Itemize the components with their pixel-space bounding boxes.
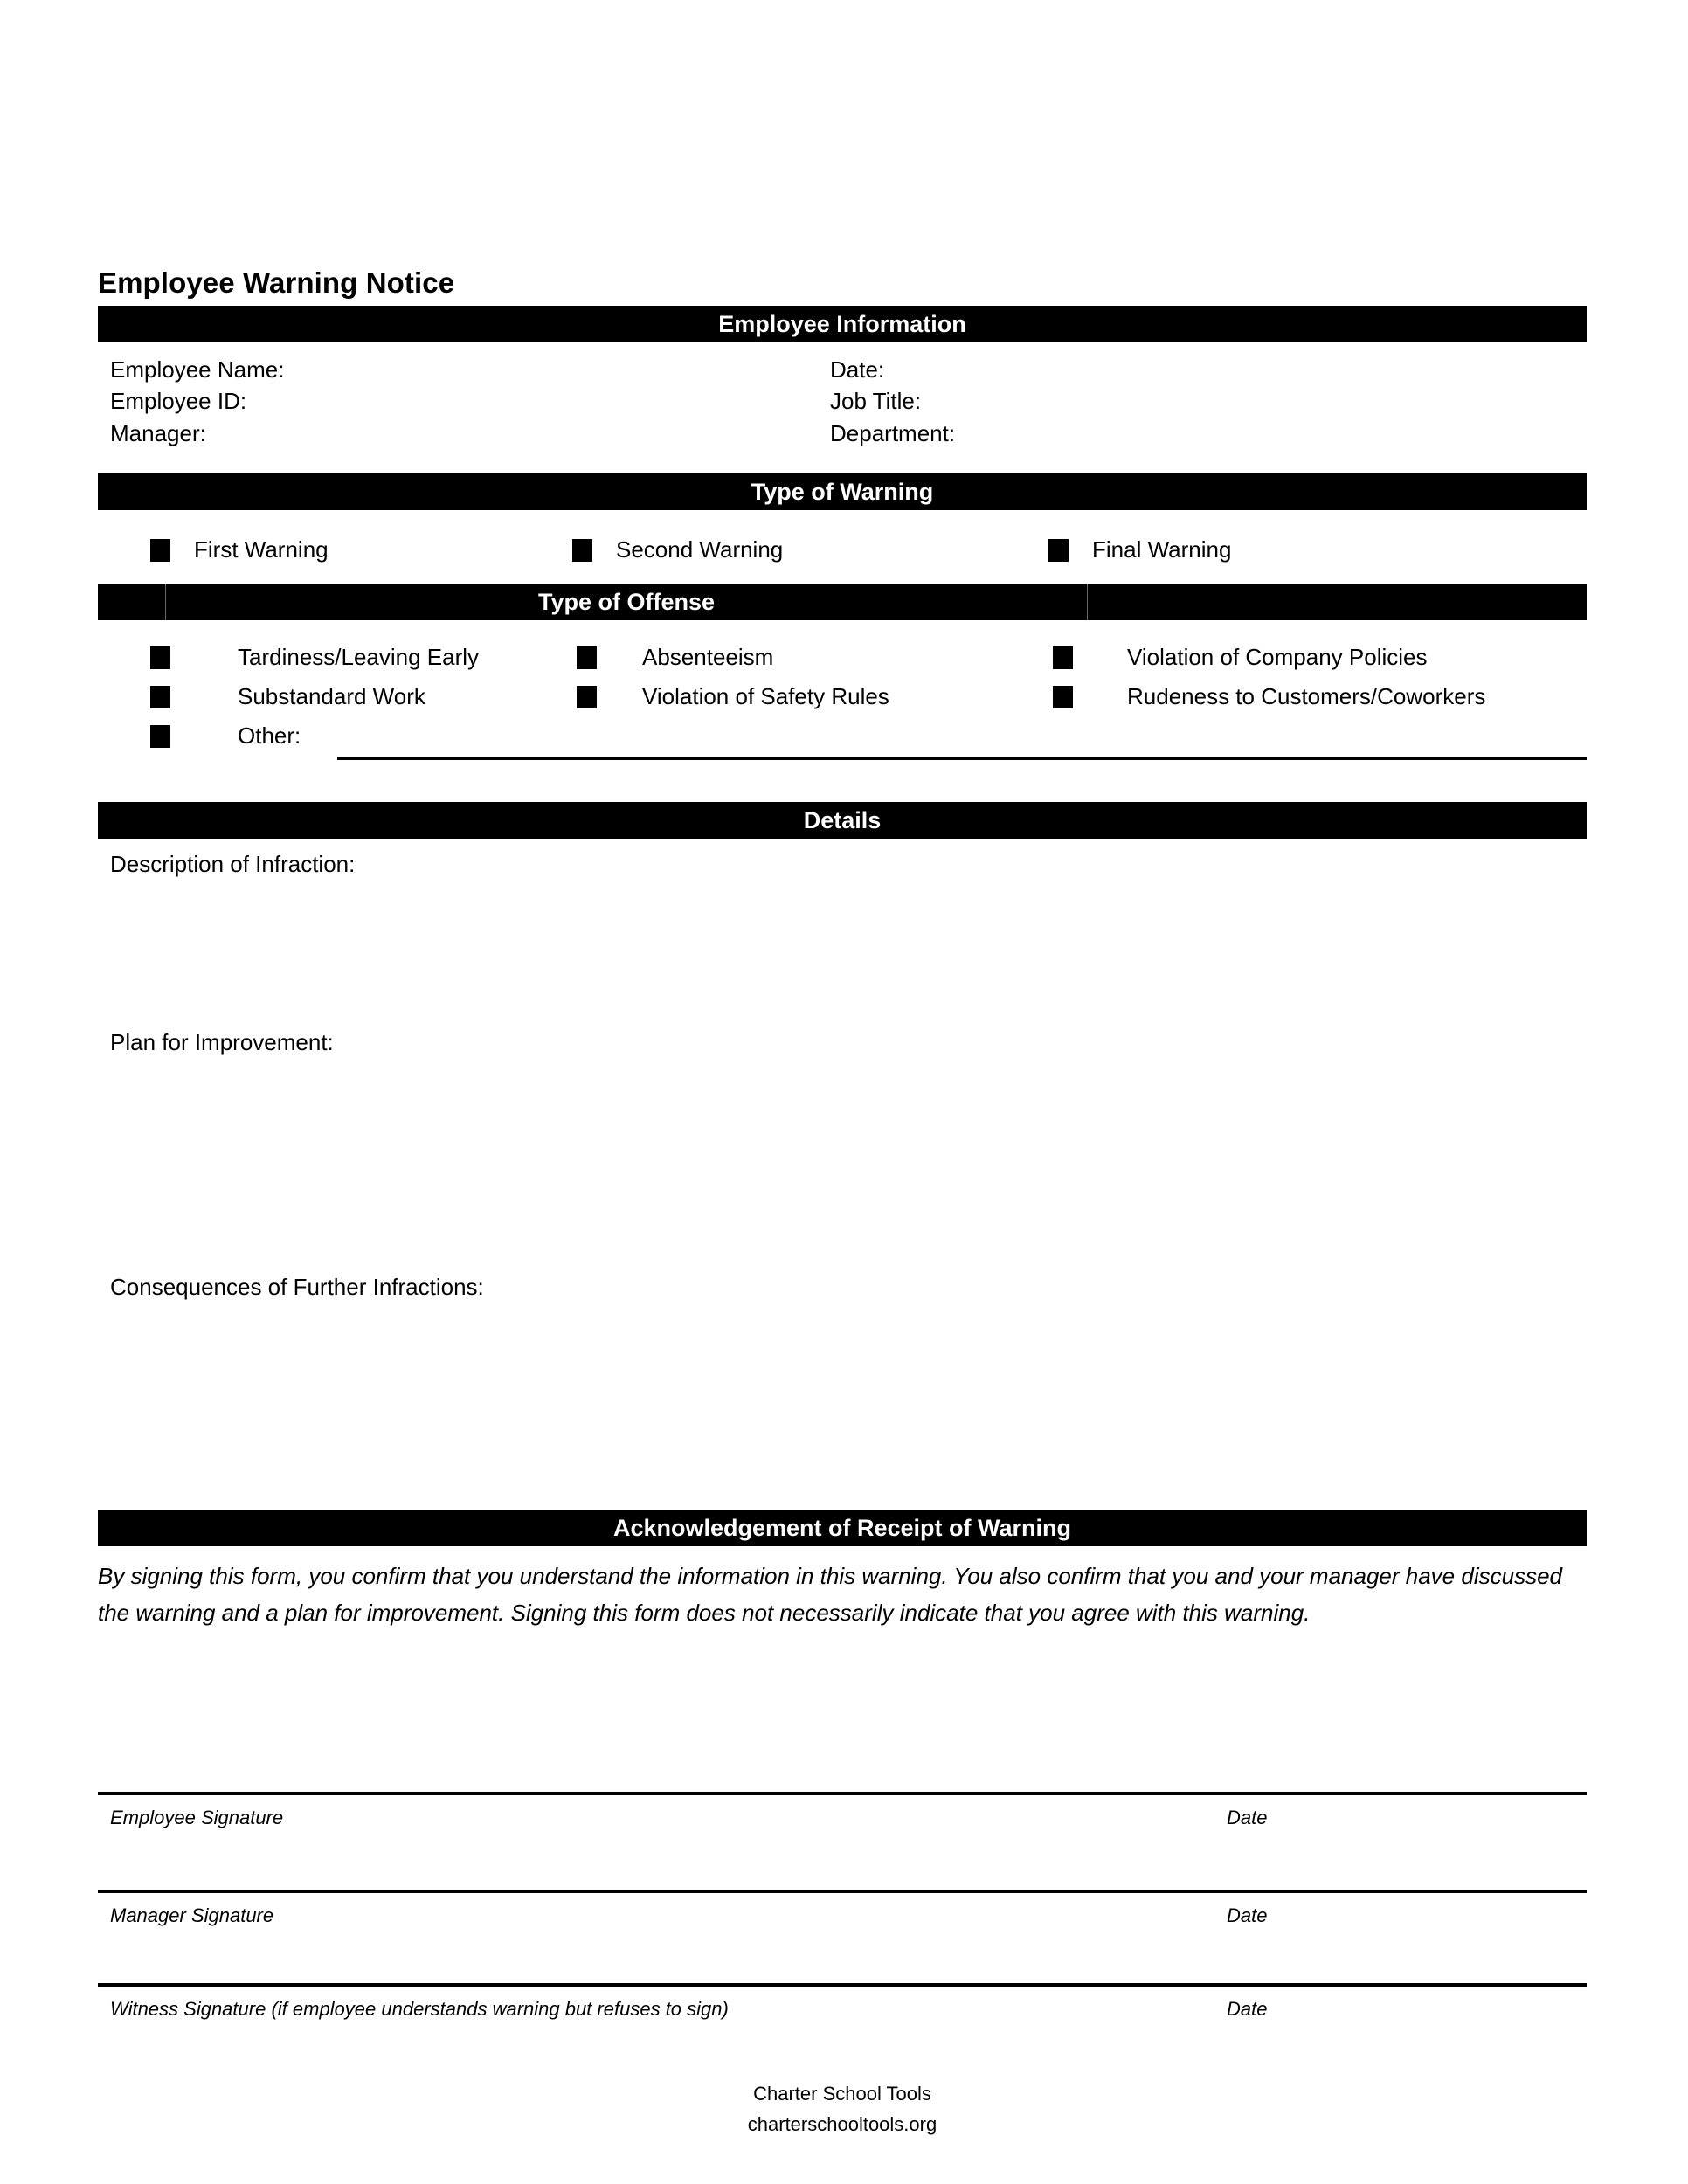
section-header-label: Employee Information — [718, 310, 966, 337]
section-header-type-of-warning: Type of Warning — [98, 473, 1587, 510]
checkbox-second-warning[interactable] — [572, 539, 592, 562]
witness-signature-line[interactable] — [98, 1983, 1587, 1987]
checkbox-tardiness-leaving-early[interactable] — [150, 646, 170, 669]
checkbox-label-violation-of-company-policies[interactable]: Violation of Company Policies — [1127, 644, 1427, 671]
section-header-label: Acknowledgement of Receipt of Warning — [612, 1514, 1072, 1541]
document-page: Employee Warning Notice Employee Informa… — [98, 0, 1587, 2184]
section-header-employee-information: Employee Information — [98, 306, 1587, 342]
section-header-cell-right — [1088, 584, 1586, 620]
footer-organization: Charter School Tools — [753, 2083, 931, 2105]
section-header-acknowledgement: Acknowledgement of Receipt of Warning — [98, 1510, 1587, 1546]
section-header-cell-left — [98, 584, 166, 620]
prompt-plan-for-improvement: Plan for Improvement: — [110, 1029, 334, 1055]
employee-signature-line[interactable] — [98, 1792, 1587, 1795]
section-header-type-of-offense: Type of Offense — [98, 584, 1587, 620]
section-header-label: Type of Offense — [537, 588, 716, 615]
checkbox-violation-of-safety-rules[interactable] — [577, 686, 597, 708]
prompt-description-of-infraction: Description of Infraction: — [110, 851, 356, 877]
checkbox-other-offense[interactable] — [150, 725, 170, 748]
employee-signature-date-label: Date — [1227, 1807, 1268, 1828]
checkbox-label-tardiness-leaving-early[interactable]: Tardiness/Leaving Early — [238, 644, 479, 671]
field-job-title: Job Title: — [830, 388, 922, 414]
section-header-label: Type of Warning — [751, 478, 934, 505]
checkbox-label-violation-of-safety-rules[interactable]: Violation of Safety Rules — [642, 683, 889, 710]
employee-signature-label: Employee Signature — [110, 1807, 284, 1828]
checkbox-label-other-offense[interactable]: Other: — [238, 722, 301, 750]
footer-website: charterschooltools.org — [747, 2113, 937, 2135]
checkbox-first-warning[interactable] — [150, 539, 170, 562]
field-employee-name: Employee Name: — [110, 356, 285, 383]
page-title: Employee Warning Notice — [98, 266, 455, 299]
checkbox-final-warning[interactable] — [1048, 539, 1069, 562]
checkbox-label-substandard-work[interactable]: Substandard Work — [238, 683, 425, 710]
section-header-cell-center: Type of Offense — [166, 584, 1088, 620]
checkbox-rudeness-to-customers-coworkers[interactable] — [1053, 686, 1073, 708]
other-offense-input-line[interactable] — [337, 757, 1587, 760]
checkbox-label-second-warning[interactable]: Second Warning — [616, 536, 783, 563]
manager-signature-line[interactable] — [98, 1890, 1587, 1893]
field-date: Date: — [830, 356, 885, 383]
manager-signature-label: Manager Signature — [110, 1904, 274, 1926]
checkbox-label-rudeness-to-customers-coworkers[interactable]: Rudeness to Customers/Coworkers — [1127, 683, 1485, 710]
manager-signature-date-label: Date — [1227, 1904, 1268, 1926]
checkbox-label-absenteeism[interactable]: Absenteeism — [642, 644, 773, 671]
witness-signature-date-label: Date — [1227, 1998, 1268, 2020]
checkbox-absenteeism[interactable] — [577, 646, 597, 669]
section-header-details: Details — [98, 802, 1587, 839]
section-header-label: Details — [803, 806, 882, 833]
checkbox-label-first-warning[interactable]: First Warning — [194, 536, 329, 563]
checkbox-violation-of-company-policies[interactable] — [1053, 646, 1073, 669]
field-employee-id: Employee ID: — [110, 388, 247, 414]
witness-signature-label: Witness Signature (if employee understan… — [110, 1998, 729, 2020]
prompt-consequences-of-further-infractions: Consequences of Further Infractions: — [110, 1274, 484, 1300]
field-manager: Manager: — [110, 420, 206, 446]
checkbox-substandard-work[interactable] — [150, 686, 170, 708]
checkbox-label-final-warning[interactable]: Final Warning — [1092, 536, 1231, 563]
acknowledgement-body: By signing this form, you confirm that y… — [98, 1563, 1562, 1626]
field-department: Department: — [830, 420, 956, 446]
